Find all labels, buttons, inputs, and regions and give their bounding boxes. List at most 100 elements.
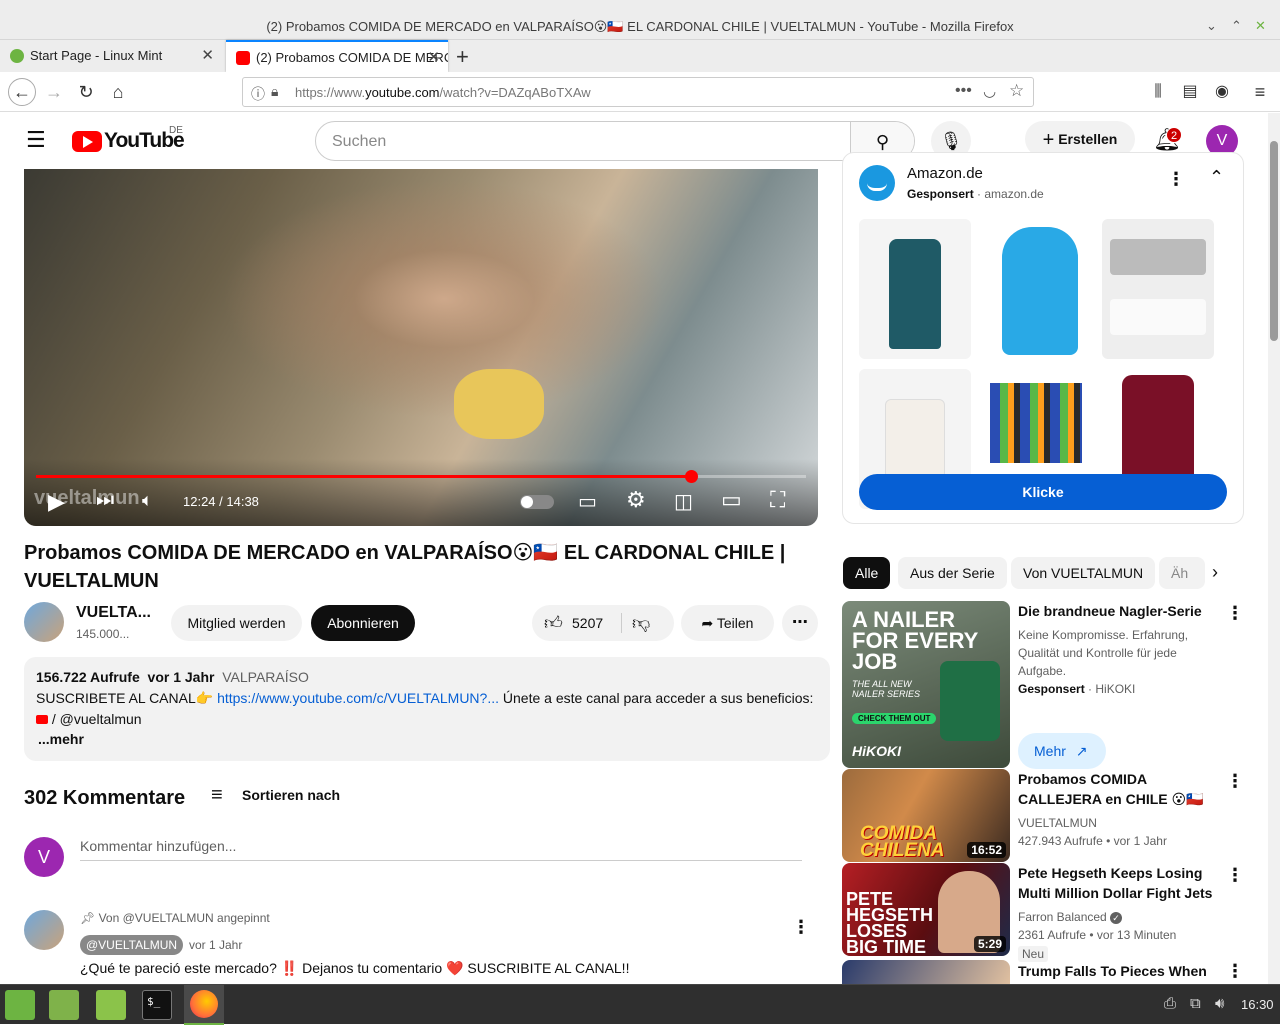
play-icon[interactable]: ▶ (48, 489, 65, 515)
show-desktop-icon[interactable] (49, 990, 79, 1020)
product-top-teal[interactable] (859, 219, 971, 359)
account-icon[interactable]: ◉ (1210, 80, 1234, 104)
related-menu-icon[interactable]: ⋮ (1226, 961, 1244, 982)
minimize-icon[interactable]: ⌄ (1206, 18, 1217, 34)
scrollbar-thumb[interactable] (1270, 141, 1278, 341)
sort-icon[interactable]: ≡ (211, 784, 223, 807)
related-channel[interactable]: Farron Balanced ✓ (1018, 908, 1123, 926)
url-text[interactable]: https://www.youtube.com/watch?v=DAZqABoT… (295, 85, 591, 100)
chip-all[interactable]: Alle (843, 557, 891, 589)
description-stats: 156.722 Aufrufe vor 1 Jahr VALPARAÍSO (36, 669, 309, 685)
chip-from-channel[interactable]: Von VUELTALMUN (1011, 557, 1156, 589)
autoplay-toggle[interactable] (520, 495, 554, 509)
ad-cta-button[interactable]: Klicke (859, 474, 1227, 510)
settings-gear-icon[interactable]: ⚙ (626, 487, 646, 513)
hamburger-menu-icon[interactable]: ☰ (26, 127, 46, 153)
ad-card[interactable]: Amazon.de Gesponsert · amazon.de ⋮ ⌃ Kli… (842, 152, 1244, 524)
chip-similar[interactable]: Äh (1159, 557, 1205, 589)
subtitles-icon[interactable]: ▭ (578, 489, 597, 514)
ad-menu-icon[interactable]: ⋮ (1167, 169, 1185, 190)
next-icon[interactable]: ⏭︎ (96, 489, 114, 512)
hashtag[interactable]: VALPARAÍSO (222, 669, 309, 685)
search-input[interactable]: Suchen (332, 133, 386, 151)
more-actions-icon[interactable]: ⋯ (782, 605, 818, 641)
chips-next-chevron-icon[interactable]: › (1212, 562, 1218, 583)
show-more-link[interactable]: ...mehr (38, 731, 84, 747)
channel-avatar[interactable] (24, 602, 64, 642)
subscribe-button[interactable]: Abonnieren (311, 605, 415, 641)
progress-track[interactable] (36, 470, 806, 483)
add-comment-input[interactable]: Kommentar hinzufügen... (80, 838, 236, 854)
chip-from-series[interactable]: Aus der Serie (898, 557, 1007, 589)
like-count[interactable]: 5207 (572, 605, 603, 641)
related-channel[interactable]: VUELTALMUN (1018, 814, 1097, 832)
related-menu-icon[interactable]: ⋮ (1226, 865, 1244, 886)
related-thumbnail[interactable] (842, 960, 1010, 984)
taskbar-firefox-button[interactable] (184, 985, 224, 1025)
related-thumbnail[interactable]: COMIDA CHILENA 16:52 (842, 769, 1010, 862)
related-title[interactable]: Pete Hegseth Keeps Losing Multi Million … (1018, 863, 1218, 903)
channel-handle[interactable]: / @vueltalmun (52, 711, 142, 727)
reload-icon[interactable]: ↻ (74, 80, 98, 104)
comment-author[interactable]: @VUELTALMUN (80, 935, 184, 955)
comment-age[interactable]: vor 1 Jahr (189, 938, 242, 952)
progress-scrubber[interactable] (685, 470, 698, 483)
collapse-chevron-icon[interactable]: ⌃ (1209, 167, 1224, 188)
close-window-icon[interactable]: ✕ (1255, 18, 1266, 34)
description-box[interactable]: 156.722 Aufrufe vor 1 Jahr VALPARAÍSO SU… (24, 657, 830, 761)
maximize-icon[interactable]: ⌃ (1231, 18, 1242, 34)
product-socks[interactable] (1102, 219, 1214, 359)
miniplayer-icon[interactable]: ◫ (674, 489, 693, 514)
volume-tray-icon[interactable]: 🔊︎ (1215, 995, 1224, 1012)
handle-line[interactable]: / @vueltalmun (36, 711, 142, 727)
related-title[interactable]: Die brandneue Nagler-Serie (1018, 601, 1218, 621)
search-box[interactable]: Suchen ⚲ (315, 121, 915, 161)
forward-icon[interactable]: → (42, 80, 66, 104)
related-title[interactable]: Probamos COMIDA CALLEJERA en CHILE 😮🇨🇱 ¡… (1018, 769, 1218, 809)
related-thumbnail[interactable]: A NAILER FOR EVERY JOB THE ALL NEW NAILE… (842, 601, 1010, 768)
advertiser-name[interactable]: Amazon.de (907, 165, 983, 182)
share-button[interactable]: ➦ Teilen (681, 605, 774, 641)
video-player[interactable]: vueltalmun ▶ ⏭︎ 🔈︎ 12:24 / 14:38 ▭ ⚙ ◫ ▭… (24, 169, 818, 526)
new-tab-icon[interactable]: + (456, 44, 469, 70)
join-button[interactable]: Mitglied werden (171, 605, 302, 641)
network-icon[interactable]: ⧉ (1190, 995, 1201, 1012)
mint-menu-icon[interactable] (5, 990, 35, 1020)
printer-icon[interactable]: ⎙ (1164, 995, 1176, 1012)
tab-youtube[interactable]: (2) Probamos COMIDA DE MERCADO ✕ (226, 40, 448, 72)
close-tab-icon[interactable]: ✕ (201, 40, 214, 72)
close-tab-icon[interactable]: ✕ (427, 42, 440, 72)
comment-menu-icon[interactable]: ⋮ (792, 917, 810, 938)
description-link[interactable]: https://www.youtube.com/c/VUELTALMUN?... (217, 690, 499, 706)
page-scrollbar[interactable] (1268, 113, 1280, 984)
thumbs-up-icon[interactable]: 👍︎ (544, 605, 563, 641)
youtube-logo-icon[interactable] (72, 131, 102, 152)
related-title[interactable]: Trump Falls To Pieces When (1018, 961, 1218, 983)
home-icon[interactable]: ⌂ (106, 80, 130, 104)
pocket-icon[interactable]: ◡ (983, 82, 996, 100)
fullscreen-icon[interactable]: ⛶ (770, 487, 785, 513)
menu-icon[interactable]: ≡ (1248, 80, 1272, 104)
page-actions-icon[interactable]: ••• (955, 82, 972, 100)
file-manager-icon[interactable] (96, 990, 126, 1020)
more-button[interactable]: Mehr ↗ (1018, 733, 1106, 769)
related-menu-icon[interactable]: ⋮ (1226, 603, 1244, 624)
bookmark-star-icon[interactable]: ☆ (1009, 81, 1024, 101)
clock[interactable]: 16:30 (1241, 997, 1274, 1012)
product-blue-jacket[interactable] (980, 219, 1092, 359)
volume-icon[interactable]: 🔈︎ (142, 490, 153, 511)
sort-button[interactable]: Sortieren nach (242, 787, 340, 803)
url-bar[interactable]: ⓘ 🔒︎ https://www.youtube.com/watch?v=DAZ… (242, 77, 1034, 107)
terminal-icon[interactable]: $_ (142, 990, 172, 1020)
library-icon[interactable]: ⫼ (1146, 80, 1170, 104)
tab-start-page[interactable]: Start Page - Linux Mint ✕ (0, 40, 222, 72)
related-thumbnail[interactable]: PETE HEGSETH LOSES BIG TIME 5:29 (842, 863, 1010, 956)
theater-mode-icon[interactable]: ▭ (721, 487, 742, 513)
channel-name[interactable]: VUELTA... (76, 604, 151, 622)
info-icon[interactable]: ⓘ (251, 84, 265, 104)
sidebar-icon[interactable]: ▤ (1178, 80, 1202, 104)
thumbs-down-icon[interactable]: 👎︎ (632, 605, 650, 641)
comment-author-avatar[interactable] (24, 910, 64, 950)
related-menu-icon[interactable]: ⋮ (1226, 771, 1244, 792)
back-icon[interactable]: ← (8, 78, 36, 106)
